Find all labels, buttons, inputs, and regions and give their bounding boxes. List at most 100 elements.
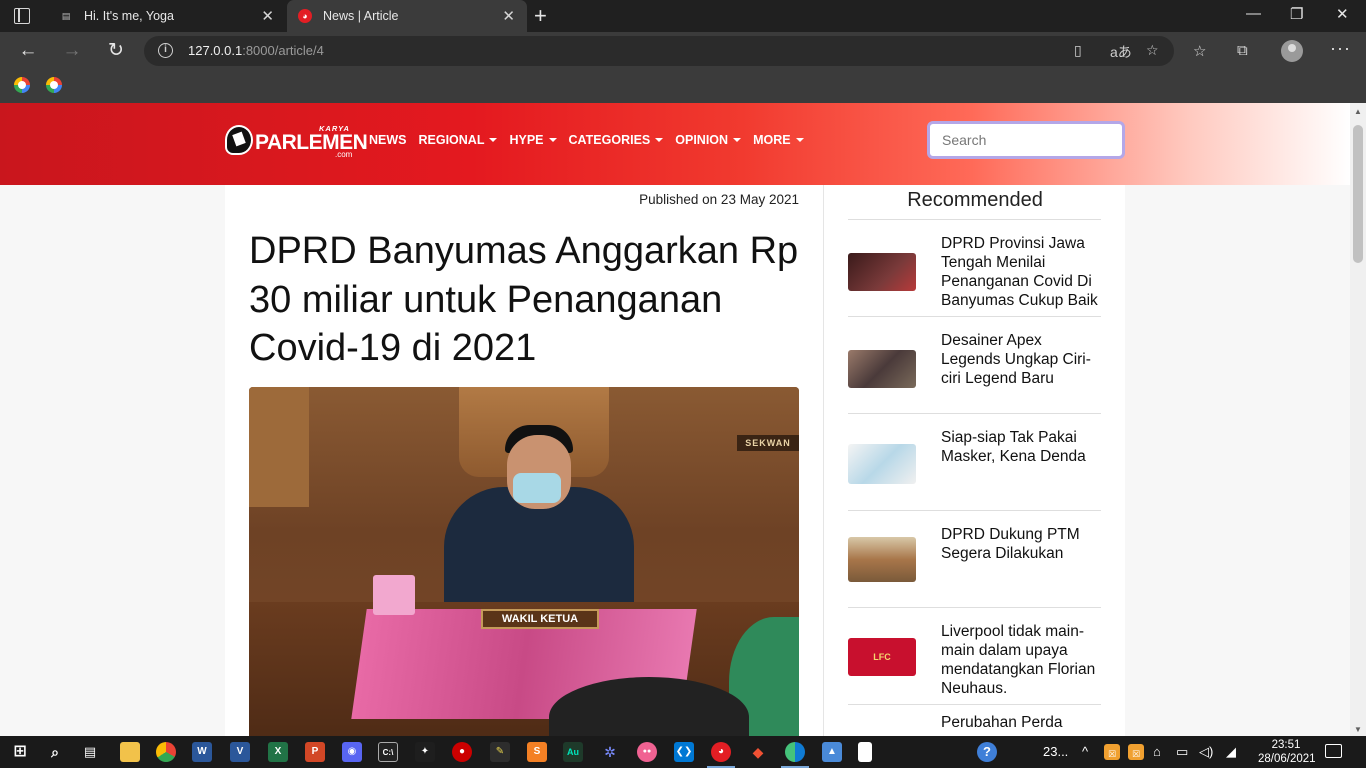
recorder-icon[interactable]: ● bbox=[452, 742, 472, 762]
nav-opinion[interactable]: OPINION bbox=[675, 133, 742, 147]
new-tab-button[interactable]: + bbox=[534, 3, 547, 29]
address-bar[interactable]: i 127.0.0.1:8000/article/4 ▯ aあ ☆ bbox=[144, 36, 1174, 66]
restore-button[interactable]: ❐ bbox=[1290, 5, 1303, 23]
tab-hi-its-me-yoga[interactable]: ▤ Hi. It's me, Yoga ✕ bbox=[48, 0, 286, 32]
forward-button[interactable]: → bbox=[59, 38, 85, 64]
favorites-icon[interactable]: ☆ bbox=[1193, 42, 1206, 60]
chevron-up-icon[interactable]: ^ bbox=[1082, 744, 1088, 759]
scroll-up-icon[interactable]: ▲ bbox=[1354, 107, 1362, 116]
powerpoint-icon[interactable]: P bbox=[305, 742, 325, 762]
nav-regional[interactable]: REGIONAL bbox=[419, 133, 498, 147]
xampp-icon[interactable]: ☒ bbox=[1128, 744, 1144, 760]
url-host: 127.0.0.1 bbox=[188, 43, 243, 58]
article: Published on 23 May 2021 DPRD Banyumas A… bbox=[225, 185, 823, 736]
git-icon[interactable]: ◆ bbox=[748, 742, 768, 762]
weather-temperature[interactable]: 23... bbox=[1043, 744, 1068, 759]
collections-icon[interactable]: ⧉ bbox=[1237, 42, 1248, 59]
karya-parlemen-icon[interactable]: ◕ bbox=[711, 742, 731, 762]
vscode-icon[interactable]: ❮❯ bbox=[674, 742, 694, 762]
nav-news[interactable]: NEWS bbox=[369, 133, 407, 147]
excel-icon[interactable]: X bbox=[268, 742, 288, 762]
xampp-icon[interactable]: ☒ bbox=[1104, 744, 1120, 760]
windows-start-icon[interactable]: ⊞ bbox=[10, 742, 30, 762]
nav-label: CATEGORIES bbox=[568, 133, 651, 147]
tab-actions-icon[interactable] bbox=[14, 8, 30, 24]
list-item[interactable]: DPRD Provinsi Jawa Tengah Menilai Penang… bbox=[848, 219, 1101, 316]
discord-icon[interactable]: ◉ bbox=[342, 742, 362, 762]
weather-icon[interactable]: ? bbox=[977, 742, 997, 762]
page-scrollbar[interactable]: ▲ ▼ bbox=[1350, 103, 1366, 736]
recommended-thumbnail[interactable] bbox=[848, 444, 916, 484]
notepad-icon[interactable] bbox=[858, 742, 872, 762]
site-info-icon[interactable]: i bbox=[158, 43, 173, 58]
sublime-icon[interactable]: S bbox=[527, 742, 547, 762]
main-nav: NEWS REGIONAL HYPE CATEGORIES OPINION MO… bbox=[369, 133, 804, 147]
search-icon[interactable]: ⌕ bbox=[45, 742, 65, 762]
word-icon[interactable]: W bbox=[192, 742, 212, 762]
refresh-button[interactable]: ↻ bbox=[103, 38, 129, 64]
article-photo[interactable]: SEKWAN WAKIL KETUA bbox=[249, 387, 799, 736]
visio-icon[interactable]: V bbox=[230, 742, 250, 762]
google-icon[interactable] bbox=[46, 77, 62, 93]
google-icon[interactable] bbox=[14, 77, 30, 93]
recommended-title: Recommended bbox=[907, 189, 1043, 211]
list-item[interactable]: LFC Liverpool tidak main-main dalam upay… bbox=[848, 607, 1101, 704]
volume-icon[interactable]: ◁) bbox=[1199, 744, 1213, 760]
file-explorer-icon[interactable] bbox=[120, 742, 140, 762]
list-item[interactable]: Desainer Apex Legends Ungkap Ciri-ciri L… bbox=[848, 316, 1101, 413]
recommended-thumbnail[interactable] bbox=[848, 350, 916, 388]
network-app-icon[interactable]: ✲ bbox=[600, 742, 620, 762]
read-aloud-icon[interactable]: aあ bbox=[1110, 42, 1132, 62]
battery-icon[interactable]: ▭ bbox=[1176, 744, 1188, 760]
nav-categories[interactable]: CATEGORIES bbox=[569, 133, 664, 147]
list-item[interactable]: Perubahan Perda bbox=[848, 704, 1101, 736]
minimize-button[interactable]: — bbox=[1246, 5, 1261, 22]
tab-title: News | Article bbox=[323, 9, 399, 23]
notification-icon[interactable] bbox=[1325, 744, 1342, 758]
back-button[interactable]: ← bbox=[15, 38, 41, 64]
close-tab-icon[interactable]: ✕ bbox=[261, 7, 274, 25]
taskbar-clock[interactable]: 23:51 28/06/2021 bbox=[1258, 738, 1316, 766]
recommended-headline[interactable]: Desainer Apex Legends Ungkap Ciri-ciri L… bbox=[941, 331, 1103, 388]
scroll-down-icon[interactable]: ▼ bbox=[1354, 725, 1362, 734]
recommended-headline[interactable]: Liverpool tidak main-main dalam upaya me… bbox=[941, 622, 1103, 698]
recommended-sidebar: Recommended DPRD Provinsi Jawa Tengah Me… bbox=[823, 185, 1125, 736]
list-item[interactable]: Siap-siap Tak Pakai Masker, Kena Denda bbox=[848, 413, 1101, 510]
photo-sign: SEKWAN bbox=[737, 435, 799, 451]
settings-menu-icon[interactable]: ··· bbox=[1330, 38, 1351, 59]
clock-time: 23:51 bbox=[1271, 739, 1301, 751]
browser-toolbar: ← → ↻ i 127.0.0.1:8000/article/4 ▯ aあ ☆ … bbox=[0, 32, 1366, 70]
edge-icon[interactable] bbox=[785, 742, 805, 762]
nav-label: HYPE bbox=[509, 133, 544, 147]
figma-icon[interactable]: ✦ bbox=[415, 742, 435, 762]
published-date: Published on 23 May 2021 bbox=[639, 192, 799, 207]
nav-hype[interactable]: HYPE bbox=[509, 133, 557, 147]
recommended-thumbnail[interactable] bbox=[848, 253, 916, 291]
list-item[interactable]: DPRD Dukung PTM Segera Dilakukan bbox=[848, 510, 1101, 607]
search-input[interactable] bbox=[927, 121, 1125, 159]
chrome-icon[interactable] bbox=[156, 742, 176, 762]
reader-view-icon[interactable]: ▯ bbox=[1074, 42, 1082, 59]
recommended-headline[interactable]: DPRD Dukung PTM Segera Dilakukan bbox=[941, 525, 1103, 563]
paint-icon[interactable]: ✎ bbox=[490, 742, 510, 762]
nav-more[interactable]: MORE bbox=[753, 133, 804, 147]
caret-down-icon bbox=[733, 138, 742, 142]
liverpool-crest-icon[interactable]: LFC bbox=[848, 638, 916, 676]
tab-news-article[interactable]: ◕ News | Article ✕ bbox=[287, 0, 527, 32]
close-tab-icon[interactable]: ✕ bbox=[502, 7, 515, 25]
wifi-icon[interactable]: ◢ bbox=[1226, 744, 1236, 760]
task-view-icon[interactable]: ▤ bbox=[80, 742, 100, 762]
audition-icon[interactable]: Au bbox=[563, 742, 583, 762]
profile-avatar[interactable] bbox=[1281, 40, 1303, 62]
scrollbar-thumb[interactable] bbox=[1353, 125, 1363, 263]
recommended-headline[interactable]: Siap-siap Tak Pakai Masker, Kena Denda bbox=[941, 428, 1103, 466]
chat-app-icon[interactable]: ●● bbox=[637, 742, 657, 762]
close-window-button[interactable]: ✕ bbox=[1336, 5, 1349, 23]
recommended-headline[interactable]: DPRD Provinsi Jawa Tengah Menilai Penang… bbox=[941, 234, 1103, 310]
recommended-thumbnail[interactable] bbox=[848, 537, 916, 582]
recommended-headline[interactable]: Perubahan Perda bbox=[941, 713, 1103, 732]
meet-now-icon[interactable]: ⌂ bbox=[1153, 744, 1161, 759]
photos-icon[interactable]: ▲ bbox=[822, 742, 842, 762]
add-favorite-icon[interactable]: ☆ bbox=[1146, 42, 1159, 59]
terminal-icon[interactable]: C:\ bbox=[378, 742, 398, 762]
